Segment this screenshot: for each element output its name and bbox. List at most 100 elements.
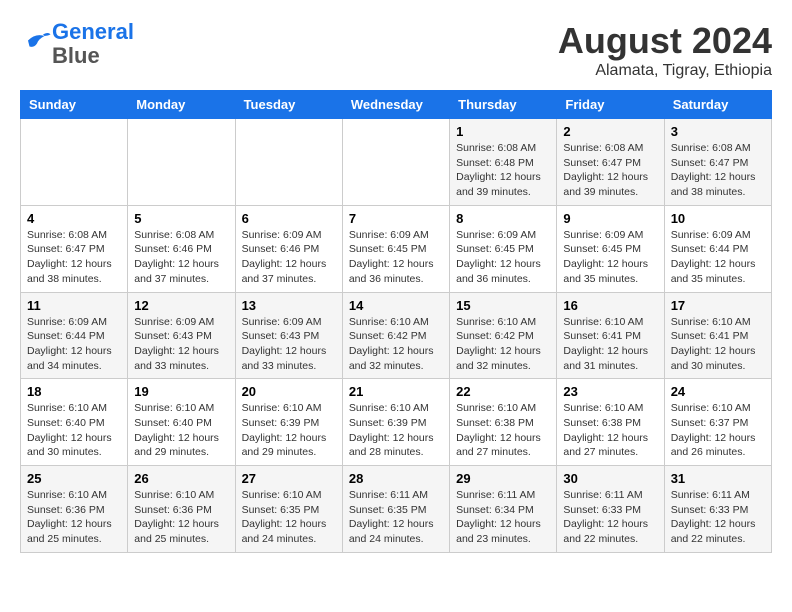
calendar-day-cell: 23 Sunrise: 6:10 AM Sunset: 6:38 PM Dayli…: [557, 379, 664, 466]
weekday-header-tuesday: Tuesday: [235, 91, 342, 119]
calendar-table: SundayMondayTuesdayWednesdayThursdayFrid…: [20, 90, 772, 553]
day-number: 29: [456, 471, 550, 486]
calendar-day-cell: [235, 119, 342, 206]
day-number: 28: [349, 471, 443, 486]
day-number: 1: [456, 124, 550, 139]
logo-bird-icon: [22, 27, 52, 57]
calendar-day-cell: 17 Sunrise: 6:10 AM Sunset: 6:41 PM Dayli…: [664, 292, 771, 379]
calendar-week-row: 11 Sunrise: 6:09 AM Sunset: 6:44 PM Dayli…: [21, 292, 772, 379]
calendar-day-cell: 16 Sunrise: 6:10 AM Sunset: 6:41 PM Dayli…: [557, 292, 664, 379]
day-info: Sunrise: 6:10 AM Sunset: 6:40 PM Dayligh…: [27, 401, 121, 460]
calendar-day-cell: 9 Sunrise: 6:09 AM Sunset: 6:45 PM Daylig…: [557, 205, 664, 292]
weekday-header-wednesday: Wednesday: [342, 91, 449, 119]
calendar-day-cell: 1 Sunrise: 6:08 AM Sunset: 6:48 PM Daylig…: [450, 119, 557, 206]
title-block: August 2024 Alamata, Tigray, Ethiopia: [558, 20, 772, 80]
day-number: 16: [563, 298, 657, 313]
calendar-day-cell: 25Sunrise: 6:10 AM Sunset: 6:36 PM Dayli…: [21, 466, 128, 553]
day-number: 17: [671, 298, 765, 313]
month-title: August 2024: [558, 20, 772, 62]
day-info: Sunrise: 6:10 AM Sunset: 6:38 PM Dayligh…: [563, 401, 657, 460]
calendar-day-cell: 11 Sunrise: 6:09 AM Sunset: 6:44 PM Dayli…: [21, 292, 128, 379]
calendar-day-cell: 4 Sunrise: 6:08 AM Sunset: 6:47 PM Daylig…: [21, 205, 128, 292]
calendar-day-cell: 3Sunrise: 6:08 AM Sunset: 6:47 PM Daylig…: [664, 119, 771, 206]
day-info: Sunrise: 6:10 AM Sunset: 6:39 PM Dayligh…: [242, 401, 336, 460]
weekday-header-thursday: Thursday: [450, 91, 557, 119]
calendar-day-cell: 13Sunrise: 6:09 AM Sunset: 6:43 PM Dayli…: [235, 292, 342, 379]
day-number: 12: [134, 298, 228, 313]
day-info: Sunrise: 6:10 AM Sunset: 6:40 PM Dayligh…: [134, 401, 228, 460]
day-number: 24: [671, 384, 765, 399]
day-info: Sunrise: 6:10 AM Sunset: 6:41 PM Dayligh…: [671, 315, 765, 374]
calendar-day-cell: [128, 119, 235, 206]
day-info: Sunrise: 6:10 AM Sunset: 6:36 PM Dayligh…: [27, 488, 121, 547]
calendar-week-row: 25Sunrise: 6:10 AM Sunset: 6:36 PM Dayli…: [21, 466, 772, 553]
weekday-header-row: SundayMondayTuesdayWednesdayThursdayFrid…: [21, 91, 772, 119]
day-number: 5: [134, 211, 228, 226]
calendar-day-cell: 5 Sunrise: 6:08 AM Sunset: 6:46 PM Daylig…: [128, 205, 235, 292]
day-info: Sunrise: 6:09 AM Sunset: 6:45 PM Dayligh…: [349, 228, 443, 287]
day-info: Sunrise: 6:08 AM Sunset: 6:47 PM Dayligh…: [27, 228, 121, 287]
calendar-day-cell: 15 Sunrise: 6:10 AM Sunset: 6:42 PM Dayli…: [450, 292, 557, 379]
day-info: Sunrise: 6:11 AM Sunset: 6:33 PM Dayligh…: [563, 488, 657, 547]
calendar-day-cell: 12 Sunrise: 6:09 AM Sunset: 6:43 PM Dayli…: [128, 292, 235, 379]
day-info: Sunrise: 6:11 AM Sunset: 6:33 PM Dayligh…: [671, 488, 765, 547]
day-info: Sunrise: 6:09 AM Sunset: 6:45 PM Dayligh…: [456, 228, 550, 287]
day-info: Sunrise: 6:09 AM Sunset: 6:43 PM Dayligh…: [134, 315, 228, 374]
day-info: Sunrise: 6:09 AM Sunset: 6:44 PM Dayligh…: [27, 315, 121, 374]
day-number: 6: [242, 211, 336, 226]
day-info: Sunrise: 6:08 AM Sunset: 6:47 PM Dayligh…: [563, 141, 657, 200]
day-number: 21: [349, 384, 443, 399]
calendar-day-cell: 31 Sunrise: 6:11 AM Sunset: 6:33 PM Dayli…: [664, 466, 771, 553]
calendar-day-cell: 18 Sunrise: 6:10 AM Sunset: 6:40 PM Dayli…: [21, 379, 128, 466]
day-info: Sunrise: 6:09 AM Sunset: 6:44 PM Dayligh…: [671, 228, 765, 287]
day-info: Sunrise: 6:08 AM Sunset: 6:46 PM Dayligh…: [134, 228, 228, 287]
day-info: Sunrise: 6:10 AM Sunset: 6:36 PM Dayligh…: [134, 488, 228, 547]
day-number: 20: [242, 384, 336, 399]
day-number: 15: [456, 298, 550, 313]
day-info: Sunrise: 6:09 AM Sunset: 6:45 PM Dayligh…: [563, 228, 657, 287]
calendar-day-cell: 26 Sunrise: 6:10 AM Sunset: 6:36 PM Dayli…: [128, 466, 235, 553]
calendar-day-cell: 19Sunrise: 6:10 AM Sunset: 6:40 PM Dayli…: [128, 379, 235, 466]
day-number: 14: [349, 298, 443, 313]
calendar-week-row: 18 Sunrise: 6:10 AM Sunset: 6:40 PM Dayli…: [21, 379, 772, 466]
day-number: 26: [134, 471, 228, 486]
calendar-day-cell: 21 Sunrise: 6:10 AM Sunset: 6:39 PM Dayli…: [342, 379, 449, 466]
day-number: 10: [671, 211, 765, 226]
day-number: 9: [563, 211, 657, 226]
calendar-day-cell: 22Sunrise: 6:10 AM Sunset: 6:38 PM Dayli…: [450, 379, 557, 466]
day-info: Sunrise: 6:10 AM Sunset: 6:38 PM Dayligh…: [456, 401, 550, 460]
calendar-day-cell: 10 Sunrise: 6:09 AM Sunset: 6:44 PM Dayli…: [664, 205, 771, 292]
weekday-header-sunday: Sunday: [21, 91, 128, 119]
day-number: 7: [349, 211, 443, 226]
calendar-day-cell: 14Sunrise: 6:10 AM Sunset: 6:42 PM Dayli…: [342, 292, 449, 379]
day-info: Sunrise: 6:10 AM Sunset: 6:35 PM Dayligh…: [242, 488, 336, 547]
calendar-day-cell: 6Sunrise: 6:09 AM Sunset: 6:46 PM Daylig…: [235, 205, 342, 292]
weekday-header-friday: Friday: [557, 91, 664, 119]
calendar-week-row: 1 Sunrise: 6:08 AM Sunset: 6:48 PM Daylig…: [21, 119, 772, 206]
calendar-day-cell: 29 Sunrise: 6:11 AM Sunset: 6:34 PM Dayli…: [450, 466, 557, 553]
day-number: 30: [563, 471, 657, 486]
day-number: 18: [27, 384, 121, 399]
page-header: General Blue August 2024 Alamata, Tigray…: [20, 20, 772, 80]
weekday-header-monday: Monday: [128, 91, 235, 119]
day-info: Sunrise: 6:10 AM Sunset: 6:42 PM Dayligh…: [456, 315, 550, 374]
day-info: Sunrise: 6:10 AM Sunset: 6:39 PM Dayligh…: [349, 401, 443, 460]
day-number: 31: [671, 471, 765, 486]
day-number: 4: [27, 211, 121, 226]
calendar-day-cell: 30 Sunrise: 6:11 AM Sunset: 6:33 PM Dayli…: [557, 466, 664, 553]
day-number: 2: [563, 124, 657, 139]
day-number: 3: [671, 124, 765, 139]
day-info: Sunrise: 6:11 AM Sunset: 6:35 PM Dayligh…: [349, 488, 443, 547]
calendar-day-cell: 24 Sunrise: 6:10 AM Sunset: 6:37 PM Dayli…: [664, 379, 771, 466]
calendar-day-cell: 27Sunrise: 6:10 AM Sunset: 6:35 PM Dayli…: [235, 466, 342, 553]
day-info: Sunrise: 6:10 AM Sunset: 6:41 PM Dayligh…: [563, 315, 657, 374]
day-number: 11: [27, 298, 121, 313]
weekday-header-saturday: Saturday: [664, 91, 771, 119]
day-info: Sunrise: 6:08 AM Sunset: 6:48 PM Dayligh…: [456, 141, 550, 200]
location-subtitle: Alamata, Tigray, Ethiopia: [558, 62, 772, 80]
logo-text: General Blue: [52, 20, 134, 68]
day-info: Sunrise: 6:11 AM Sunset: 6:34 PM Dayligh…: [456, 488, 550, 547]
day-info: Sunrise: 6:10 AM Sunset: 6:37 PM Dayligh…: [671, 401, 765, 460]
day-number: 13: [242, 298, 336, 313]
day-number: 23: [563, 384, 657, 399]
